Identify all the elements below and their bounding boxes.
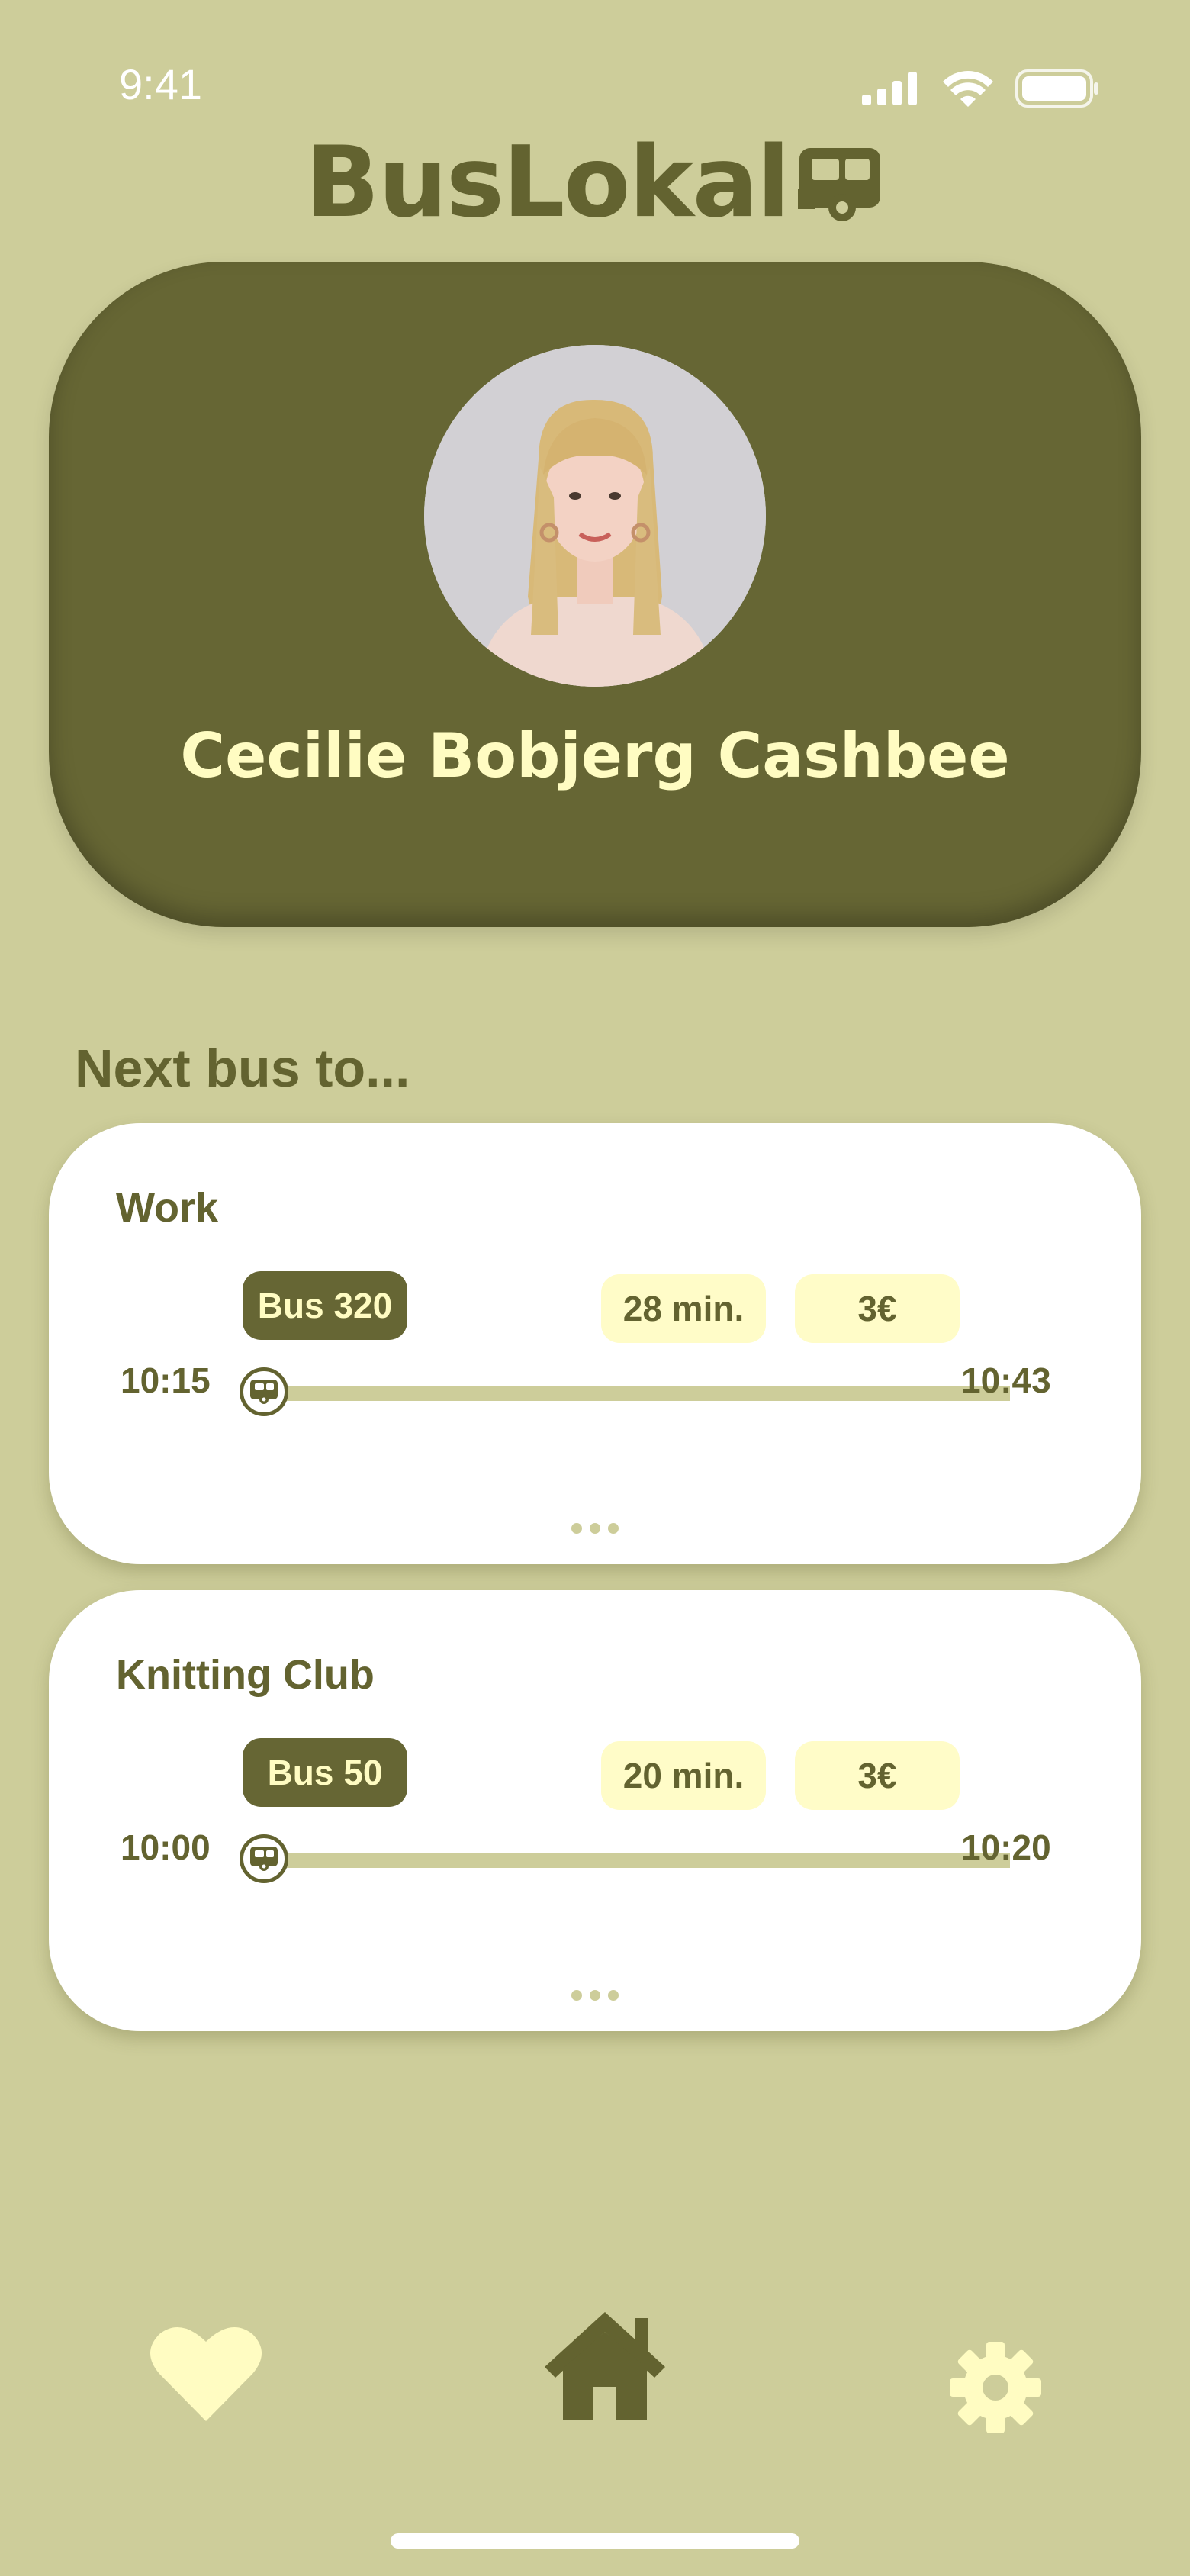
departure-time: 10:15 — [121, 1360, 211, 1400]
section-title: Next bus to... — [75, 1038, 410, 1098]
route-progress-track — [264, 1386, 1010, 1401]
trip-destination: Knitting Club — [116, 1652, 375, 1698]
route-progress-track — [264, 1853, 1010, 1868]
duration-badge: 20 min. — [601, 1741, 766, 1810]
bus-line-badge: Bus 320 — [243, 1271, 407, 1340]
price-badge: 3€ — [795, 1274, 960, 1343]
departure-time: 10:00 — [121, 1827, 211, 1867]
battery-icon — [1015, 69, 1098, 108]
arrival-time: 10:20 — [961, 1827, 1051, 1867]
status-time: 9:41 — [119, 60, 202, 108]
bus-icon — [797, 148, 880, 221]
home-icon[interactable] — [540, 2307, 670, 2422]
gear-icon[interactable] — [946, 2338, 1045, 2437]
trip-card-work[interactable]: Work Bus 320 28 min. 3€ 10:15 10:43 — [49, 1123, 1141, 1564]
price-badge: 3€ — [795, 1741, 960, 1810]
trip-card-knitting-club[interactable]: Knitting Club Bus 50 20 min. 3€ 10:00 10… — [49, 1590, 1141, 2031]
bus-line-badge: Bus 50 — [243, 1738, 407, 1807]
avatar-photo — [424, 345, 766, 687]
logo-text: BusLokal — [305, 126, 790, 240]
wifi-icon — [943, 71, 993, 107]
heart-icon[interactable] — [145, 2320, 267, 2426]
trip-destination: Work — [116, 1185, 219, 1231]
bus-position-icon — [240, 1834, 288, 1883]
bus-position-icon — [240, 1367, 288, 1416]
more-options-icon[interactable] — [49, 1523, 1141, 1534]
signal-icon — [862, 72, 917, 105]
app-logo: BusLokal — [0, 130, 1190, 237]
status-icons — [860, 66, 1100, 111]
profile-name: Cecilie Bobjerg Cashbee — [180, 720, 1010, 791]
arrival-time: 10:43 — [961, 1360, 1051, 1400]
home-indicator[interactable] — [391, 2533, 799, 2549]
more-options-icon[interactable] — [49, 1990, 1141, 2001]
avatar[interactable] — [424, 345, 766, 687]
duration-badge: 28 min. — [601, 1274, 766, 1343]
